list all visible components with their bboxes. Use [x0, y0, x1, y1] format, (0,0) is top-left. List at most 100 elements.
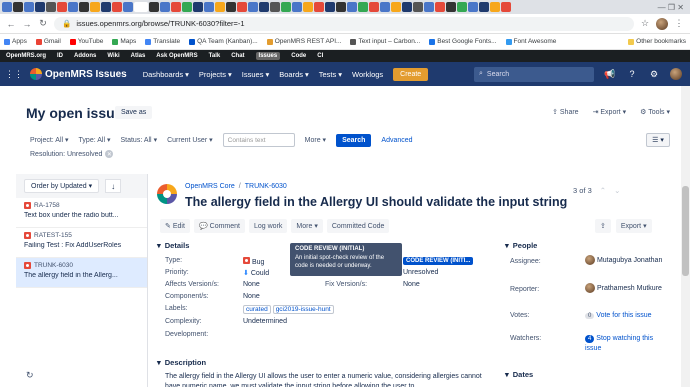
browser-tab[interactable]: [314, 2, 324, 12]
dates-header[interactable]: ▾ Dates: [505, 370, 533, 379]
global-nav-item[interactable]: Talk: [209, 53, 221, 59]
label-tag[interactable]: gci2019-issue-hunt: [272, 305, 334, 314]
browser-tab[interactable]: [490, 2, 500, 12]
menu-tests[interactable]: Tests ▾: [319, 70, 342, 79]
contains-text-input[interactable]: Contains text: [222, 133, 295, 147]
chevron-up-icon[interactable]: ⌃: [600, 186, 606, 195]
description-header[interactable]: ▾ Description: [157, 358, 487, 367]
comment-button[interactable]: 💬 Comment: [193, 219, 245, 233]
global-nav-item[interactable]: CI: [317, 53, 323, 59]
browser-tab[interactable]: [193, 2, 203, 12]
global-nav-item[interactable]: Ask OpenMRS: [156, 53, 197, 59]
profile-avatar[interactable]: [656, 17, 668, 30]
edit-button[interactable]: ✎ Edit: [160, 219, 190, 233]
page-scrollbar[interactable]: [681, 86, 690, 387]
order-by-button[interactable]: Order by Updated ▾: [24, 179, 100, 193]
notifications-icon[interactable]: 📢: [604, 68, 616, 80]
browser-tab[interactable]: [468, 2, 478, 12]
issue-export-button[interactable]: Export ▾: [615, 219, 652, 233]
browser-tab[interactable]: [479, 2, 489, 12]
browser-tab[interactable]: [336, 2, 346, 12]
sort-direction-icon[interactable]: ↓: [105, 179, 122, 193]
breadcrumb-project[interactable]: OpenMRS Core: [185, 183, 235, 190]
clear-filter-icon[interactable]: ✕: [105, 150, 114, 158]
advanced-link[interactable]: Advanced: [381, 137, 412, 144]
project-filter[interactable]: Project: All ▾: [30, 136, 69, 144]
browser-tab[interactable]: [380, 2, 390, 12]
kebab-menu-icon[interactable]: ⋮: [674, 18, 684, 29]
gear-icon[interactable]: ⚙: [648, 68, 660, 80]
label-tag[interactable]: curated: [243, 305, 271, 314]
share-icon[interactable]: ⇪: [595, 219, 611, 233]
browser-tab[interactable]: [112, 2, 122, 12]
global-nav-item[interactable]: Chat: [231, 53, 244, 59]
browser-tab[interactable]: [424, 2, 434, 12]
more-button[interactable]: More ▾: [291, 219, 323, 233]
openmrs-issues-logo[interactable]: OpenMRS Issues: [30, 68, 127, 80]
other-bookmarks[interactable]: Other bookmarks: [628, 38, 686, 45]
view-toggle-button[interactable]: ☰ ▾: [646, 133, 670, 147]
menu-issues[interactable]: Issues ▾: [242, 70, 269, 79]
header-search-input[interactable]: ⌕ Search: [474, 66, 594, 82]
search-button[interactable]: Search: [336, 133, 372, 147]
details-header[interactable]: ▾ Details: [157, 241, 189, 250]
browser-tab[interactable]: [292, 2, 302, 12]
global-nav-item[interactable]: Atlas: [131, 53, 146, 59]
list-item[interactable]: RATEST-155 Failing Test : Fix AddUserRol…: [16, 228, 147, 258]
committed-code-button[interactable]: Committed Code: [326, 219, 390, 233]
menu-dashboards[interactable]: Dashboards ▾: [143, 70, 189, 79]
browser-tab-active[interactable]: [134, 2, 148, 12]
bookmark-item[interactable]: Gmail: [35, 38, 61, 45]
type-filter[interactable]: Type: All ▾: [79, 136, 111, 144]
bookmark-item[interactable]: Translate: [145, 38, 180, 45]
refresh-icon[interactable]: ↻: [26, 370, 34, 381]
browser-tab[interactable]: [171, 2, 181, 12]
browser-tab[interactable]: [123, 2, 133, 12]
app-switcher-icon[interactable]: ⋮⋮: [5, 68, 23, 80]
browser-tab[interactable]: [182, 2, 192, 12]
browser-tab[interactable]: [281, 2, 291, 12]
forward-icon[interactable]: →: [22, 19, 32, 29]
browser-tab[interactable]: [204, 2, 214, 12]
status-filter[interactable]: Status: All ▾: [120, 136, 157, 144]
reload-icon[interactable]: ↻: [38, 18, 48, 29]
bookmark-item[interactable]: Font Awesome: [505, 38, 556, 45]
browser-tab[interactable]: [325, 2, 335, 12]
browser-tab[interactable]: [57, 2, 67, 12]
browser-tab[interactable]: [457, 2, 467, 12]
browser-tab[interactable]: [13, 2, 23, 12]
export-button[interactable]: ⇥ Export ▾: [593, 108, 627, 116]
save-as-button[interactable]: Save as: [115, 106, 153, 119]
bookmark-item[interactable]: Apps: [4, 38, 27, 45]
back-icon[interactable]: ←: [6, 19, 16, 29]
browser-tab[interactable]: [259, 2, 269, 12]
browser-tab[interactable]: [402, 2, 412, 12]
status-badge[interactable]: CODE REVIEW (INITI...: [403, 257, 474, 265]
browser-tab[interactable]: [347, 2, 357, 12]
browser-tab[interactable]: [369, 2, 379, 12]
resolution-filter[interactable]: Resolution: Unresolved ✕: [30, 150, 114, 158]
breadcrumb-issue-key[interactable]: TRUNK-6030: [245, 183, 287, 190]
browser-tab[interactable]: [501, 2, 511, 12]
reporter-value[interactable]: Prathamesh Mutkure: [585, 283, 665, 294]
browser-tab[interactable]: [68, 2, 78, 12]
browser-tab[interactable]: [46, 2, 56, 12]
global-nav-item[interactable]: ID: [57, 53, 63, 59]
browser-tab[interactable]: [248, 2, 258, 12]
global-nav-item-current[interactable]: Issues: [255, 52, 281, 60]
window-controls[interactable]: — ❐ ✕: [658, 3, 690, 12]
browser-tab[interactable]: [358, 2, 368, 12]
browser-tab[interactable]: [413, 2, 423, 12]
assignee-value[interactable]: Mutagubya Jonathan: [585, 255, 665, 266]
people-header[interactable]: ▾ People: [505, 241, 675, 250]
global-nav-item[interactable]: Addons: [74, 53, 96, 59]
browser-tab[interactable]: [160, 2, 170, 12]
browser-tab[interactable]: [79, 2, 89, 12]
share-button[interactable]: ⇪ Share: [552, 108, 579, 116]
browser-tab[interactable]: [149, 2, 159, 12]
browser-tab[interactable]: [391, 2, 401, 12]
browser-tab[interactable]: [435, 2, 445, 12]
browser-tab[interactable]: [237, 2, 247, 12]
scrollbar-thumb[interactable]: [682, 186, 689, 276]
bookmark-item[interactable]: YouTube: [69, 38, 103, 45]
